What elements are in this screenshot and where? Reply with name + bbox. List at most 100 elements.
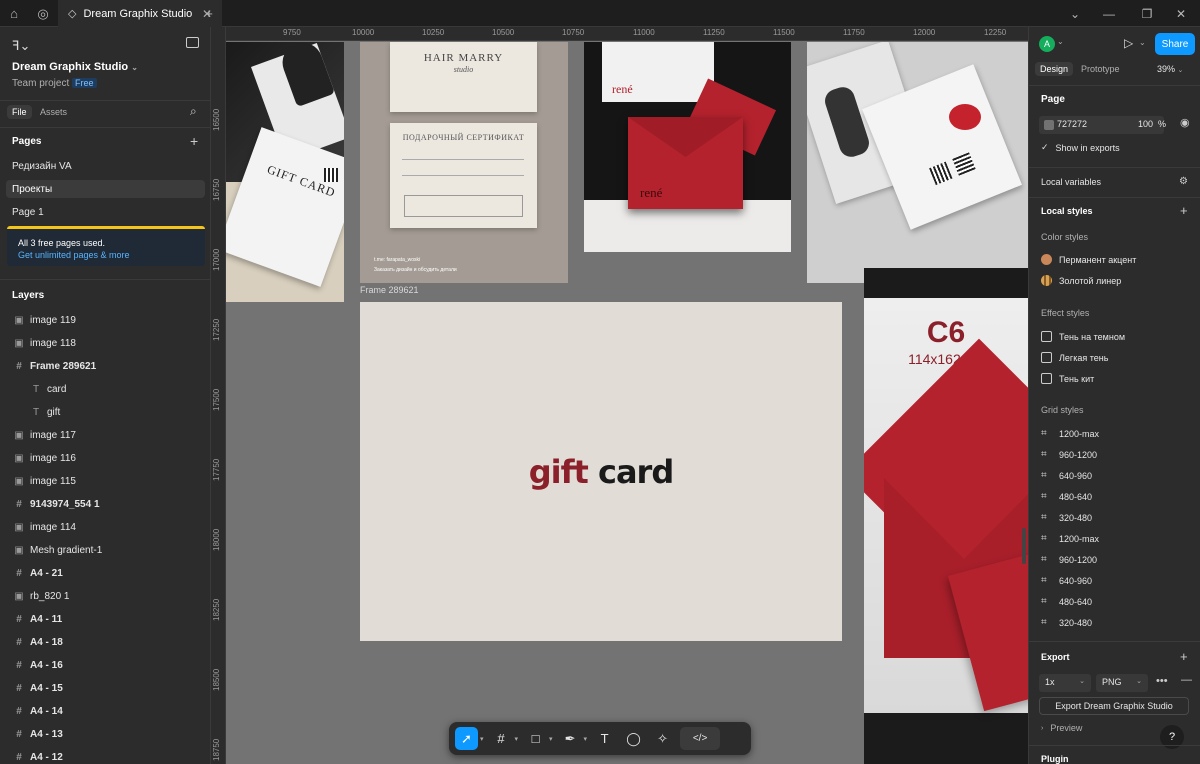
tab-design[interactable]: Design [1035,62,1074,76]
chevron-down-icon[interactable]: ▾ [584,735,588,743]
tab-assets[interactable]: Assets [40,107,67,117]
grid-style-item[interactable]: ⌗ 480-640 [1041,596,1092,607]
avatar[interactable]: A [1039,36,1055,52]
restore-icon[interactable]: ❐ [1128,0,1166,27]
layer-item[interactable]: ▣ image 115 [0,470,210,493]
visibility-eye-icon[interactable]: ◉ [1180,116,1190,129]
search-icon[interactable]: ⌕ [190,104,197,119]
canvas[interactable]: 9750 10000 10250 10500 10750 11000 11250… [211,27,1028,764]
page-item-page1[interactable]: Page 1 [12,207,44,218]
text-tool-icon[interactable]: T [593,727,616,750]
sidebar-toggle-icon[interactable] [186,37,199,48]
tab-file[interactable]: File [7,105,32,119]
layer-item[interactable]: # A4 - 21 [0,562,210,585]
color-style-item[interactable]: Золотой линер [1041,275,1121,286]
frame-label[interactable]: Frame 289621 [360,285,419,295]
color-style-item[interactable]: Перманент акцент [1041,254,1136,265]
ai-tool-icon[interactable]: ✧ [651,727,674,750]
layer-item[interactable]: # A4 - 14 [0,700,210,723]
chevron-down-icon[interactable]: ⌄ [1057,37,1064,46]
show-in-exports[interactable]: ✓ Show in exports [1041,142,1120,153]
layer-item[interactable]: ▣ image 119 [0,309,210,332]
effect-style-item[interactable]: Тень на темном [1041,331,1125,342]
project-name[interactable]: Dream Graphix Studio ⌄ [12,61,138,73]
image-lips-certificate[interactable] [807,42,1028,283]
layer-item[interactable]: Tcard [0,378,210,401]
image-gift-card-photo[interactable]: GIFT CARD [226,42,344,302]
grid-style-item[interactable]: ⌗ 320-480 [1041,617,1092,628]
share-button[interactable]: Share [1155,33,1195,55]
scrollbar-handle[interactable] [1022,528,1026,564]
tab-prototype[interactable]: Prototype [1081,64,1120,74]
new-tab-icon[interactable]: + [195,0,223,27]
zoom-level[interactable]: 39% ⌄ [1157,64,1183,74]
grid-style-item[interactable]: ⌗ 960-1200 [1041,449,1097,460]
present-icon[interactable]: ▷ [1124,36,1133,50]
variables-settings-icon[interactable]: ⚙ [1179,176,1188,187]
layer-item[interactable]: # A4 - 12 [0,746,210,764]
remove-export-icon[interactable]: — [1181,674,1192,686]
export-scale-select[interactable]: 1x ⌄ [1039,674,1091,692]
chevron-down-icon[interactable]: ⌄ [1056,0,1094,27]
chevron-down-icon[interactable]: ⌄ [1139,38,1146,47]
chevron-down-icon[interactable]: ▾ [515,735,519,743]
main-menu-icon[interactable]: ꟻ⌄ [12,38,30,54]
layer-item[interactable]: # A4 - 13 [0,723,210,746]
pen-tool-icon[interactable]: ✒ [559,727,582,750]
comment-tool-icon[interactable]: ◯ [622,727,645,750]
grid-icon: ⌗ [1041,575,1047,586]
grid-style-item[interactable]: ⌗ 960-1200 [1041,554,1097,565]
grid-style-item[interactable]: ⌗ 640-960 [1041,575,1092,586]
effect-style-item[interactable]: Легкая тень [1041,352,1108,363]
preview-toggle[interactable]: › Preview [1041,723,1082,733]
effect-style-item[interactable]: Тень кит [1041,373,1094,384]
home-icon[interactable]: ⌂ [0,0,28,27]
chevron-down-icon[interactable]: ▾ [480,735,484,743]
minimize-icon[interactable]: — [1090,0,1128,27]
layer-label: 9143974_554 1 [30,499,100,510]
upgrade-link[interactable]: Get unlimited pages & more [18,250,130,260]
image-c6-envelope[interactable]: C6 114x162 мм [864,268,1028,764]
layer-item[interactable]: ▣ image 117 [0,424,210,447]
more-options-icon[interactable]: ••• [1156,675,1168,687]
layer-item[interactable]: ▣ image 118 [0,332,210,355]
text-layer-icon: T [32,384,40,395]
layer-item[interactable]: ▣ rb_820 1 [0,585,210,608]
page-item-redesign[interactable]: Редизайн VA [12,161,72,172]
local-variables[interactable]: Local variables [1041,177,1101,187]
export-format-select[interactable]: PNG ⌄ [1096,674,1148,692]
grid-style-item[interactable]: ⌗ 1200-max [1041,428,1099,439]
grid-style-item[interactable]: ⌗ 320-480 [1041,512,1092,523]
grid-style-item[interactable]: ⌗ 480-640 [1041,491,1092,502]
layer-item[interactable]: # Frame 289621 [0,355,210,378]
grid-style-item[interactable]: ⌗ 640-960 [1041,470,1092,481]
color-style-swatch [1041,275,1052,286]
image-rene-envelope[interactable]: rené rené [584,42,791,252]
layer-item[interactable]: ▣ image 116 [0,447,210,470]
pages-limit-notice: All 3 free pages used. Get unlimited pag… [7,226,205,266]
grid-style-item[interactable]: ⌗ 1200-max [1041,533,1099,544]
layer-item[interactable]: # A4 - 18 [0,631,210,654]
layer-item[interactable]: # A4 - 16 [0,654,210,677]
move-tool-icon[interactable]: ➚ [455,727,478,750]
export-button[interactable]: Export Dream Graphix Studio [1039,697,1189,715]
rectangle-tool-icon[interactable]: □ [524,727,547,750]
dev-mode-icon[interactable]: </> [680,727,721,750]
layer-item[interactable]: #9143974_554 1 [0,493,210,516]
frame-tool-icon[interactable]: # [490,727,513,750]
layer-item[interactable]: Tgift [0,401,210,424]
frame-289621[interactable]: gift card [360,302,842,641]
add-page-icon[interactable]: + [190,133,198,149]
page-color-field[interactable]: 727272 100 % [1039,116,1166,134]
layer-item[interactable]: # A4 - 11 [0,608,210,631]
layer-item[interactable]: # A4 - 15 [0,677,210,700]
layer-item[interactable]: ▣ image 114 [0,516,210,539]
chevron-down-icon[interactable]: ▾ [549,735,553,743]
add-export-icon[interactable]: + [1180,649,1188,664]
layer-item[interactable]: ▣ Mesh gradient-1 [0,539,210,562]
globe-icon[interactable]: ◎ [29,0,57,27]
close-window-icon[interactable]: ✕ [1162,0,1200,27]
image-certificate[interactable]: HAIR MARRY studio ПОДАРОЧНЫЙ СЕРТИФИКАТ … [360,42,568,283]
page-item-projects[interactable]: Проекты [12,184,52,195]
add-style-icon[interactable]: + [1180,203,1188,218]
